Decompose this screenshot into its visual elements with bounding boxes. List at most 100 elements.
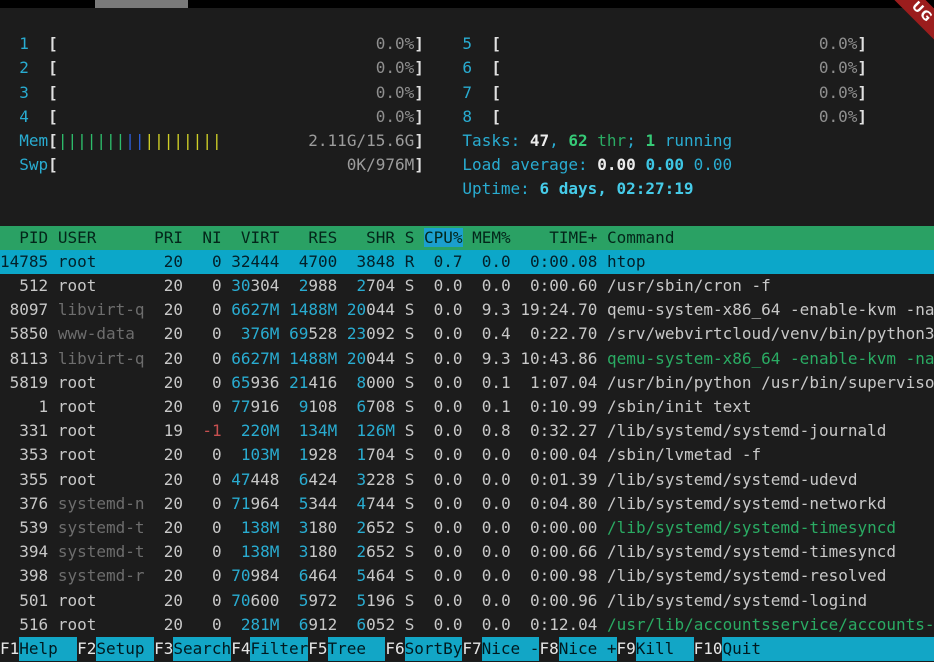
fkey-button-search[interactable]: Search xyxy=(173,637,231,661)
function-key-bar: F1Help F2Setup F3SearchF4FilterF5Tree F6… xyxy=(0,637,934,661)
cell-res: 4700 xyxy=(299,252,338,271)
column-header-pri[interactable]: PRI xyxy=(154,228,183,247)
text xyxy=(424,34,463,53)
text xyxy=(424,107,463,126)
cell-state: S xyxy=(405,373,415,392)
column-header-mem[interactable]: MEM% xyxy=(472,228,511,247)
cell-mem: 9.3 xyxy=(472,300,511,319)
fkey-button-nice-[interactable]: Nice - xyxy=(482,637,540,661)
text xyxy=(289,566,299,585)
process-row-355[interactable]: 355 root 20 0 47448 6424 3228 S 0.0 0.0 … xyxy=(0,468,934,492)
cell-mem: 0.0 xyxy=(472,615,511,634)
cell-res: 180 xyxy=(308,518,337,537)
column-header-command[interactable]: Command xyxy=(607,228,674,247)
text xyxy=(414,591,424,610)
cell-time: 0:22.70 xyxy=(520,324,597,343)
fkey-button-quit[interactable]: Quit xyxy=(722,637,934,661)
process-row-8113[interactable]: 8113 libvirt-q 20 0 6627M 1488M 20044 S … xyxy=(0,347,934,371)
text xyxy=(463,373,473,392)
process-row-5850[interactable]: 5850 www-data 20 0 376M 69528 23092 S 0.… xyxy=(0,322,934,346)
swap-meter-label: Swp xyxy=(19,155,48,174)
process-row-539[interactable]: 539 systemd-t 20 0 138M 3180 2652 S 0.0 … xyxy=(0,516,934,540)
cell-pid: 8097 xyxy=(0,300,48,319)
fkey-button-sortby[interactable]: SortBy xyxy=(405,637,463,661)
text xyxy=(463,276,473,295)
fkey-button-kill[interactable]: Kill xyxy=(636,637,694,661)
cell-ni: 0 xyxy=(193,591,222,610)
meter-bracket: ] xyxy=(414,34,424,53)
text xyxy=(414,542,424,561)
process-row-512[interactable]: 512 root 20 0 30304 2988 2704 S 0.0 0.0 … xyxy=(0,274,934,298)
cell-time: 0:01.39 xyxy=(520,470,597,489)
column-header-pid[interactable]: PID xyxy=(0,228,48,247)
column-header-res[interactable]: RES xyxy=(289,228,337,247)
column-header-ni[interactable]: NI xyxy=(193,228,222,247)
text xyxy=(395,276,405,295)
process-row-501[interactable]: 501 root 20 0 70600 5972 5196 S 0.0 0.0 … xyxy=(0,589,934,613)
column-header-user[interactable]: USER xyxy=(58,228,145,247)
process-row-376[interactable]: 376 systemd-n 20 0 71964 5344 4744 S 0.0… xyxy=(0,492,934,516)
text xyxy=(48,373,58,392)
cpu-meter-value-2: 0.0% xyxy=(58,58,414,77)
cell-res: 180 xyxy=(308,542,337,561)
cell-user: root xyxy=(58,421,145,440)
column-header-shr[interactable]: SHR xyxy=(347,228,395,247)
text xyxy=(347,566,357,585)
text xyxy=(395,349,405,368)
text xyxy=(183,300,193,319)
process-row-331[interactable]: 331 root 19 -1 220M 134M 126M S 0.0 0.8 … xyxy=(0,419,934,443)
process-row-398[interactable]: 398 systemd-r 20 0 70984 6464 5464 S 0.0… xyxy=(0,564,934,588)
cpu-meter-row-4-8: 4 [ 0.0%] 8 [ 0.0%] xyxy=(0,105,934,129)
cell-res: 6 xyxy=(299,566,309,585)
cell-time: 0:00.96 xyxy=(520,591,597,610)
text xyxy=(279,276,289,295)
text xyxy=(597,252,607,271)
cell-user: root xyxy=(58,470,145,489)
cpu-meter-label-8: 8 xyxy=(462,107,472,126)
cell-virt: 6627M xyxy=(231,300,279,319)
text xyxy=(511,518,521,537)
fkey-button-help[interactable]: Help xyxy=(19,637,77,661)
cell-pri: 20 xyxy=(154,542,183,561)
text xyxy=(183,470,193,489)
cell-pid: 355 xyxy=(0,470,48,489)
fkey-button-filter[interactable]: Filter xyxy=(250,637,308,661)
text xyxy=(463,494,473,513)
column-header-time[interactable]: TIME+ xyxy=(520,228,597,247)
text xyxy=(145,566,155,585)
process-row-516[interactable]: 516 root 20 0 281M 6912 6052 S 0.0 0.0 0… xyxy=(0,613,934,637)
process-row-394[interactable]: 394 systemd-t 20 0 138M 3180 2652 S 0.0 … xyxy=(0,540,934,564)
column-header-s[interactable]: S xyxy=(405,228,415,247)
cell-cpu: 0.0 xyxy=(424,445,463,464)
fkey-button-setup[interactable]: Setup xyxy=(96,637,154,661)
cell-state: S xyxy=(405,470,415,489)
cell-ni: 0 xyxy=(193,324,222,343)
text xyxy=(347,421,357,440)
text xyxy=(337,542,347,561)
cell-mem: 0.1 xyxy=(472,373,511,392)
process-row-14785[interactable]: 14785 root 20 0 32444 4700 3848 R 0.7 0.… xyxy=(0,250,934,274)
process-row-353[interactable]: 353 root 20 0 103M 1928 1704 S 0.0 0.0 0… xyxy=(0,443,934,467)
text xyxy=(511,276,521,295)
meter-bracket: [ xyxy=(491,34,501,53)
column-header-virt[interactable]: VIRT xyxy=(231,228,279,247)
text xyxy=(347,397,357,416)
process-row-5819[interactable]: 5819 root 20 0 65936 21416 8000 S 0.0 0.… xyxy=(0,371,934,395)
process-row-8097[interactable]: 8097 libvirt-q 20 0 6627M 1488M 20044 S … xyxy=(0,298,934,322)
text xyxy=(463,470,473,489)
cell-command: /lib/systemd/systemd-logind xyxy=(607,591,867,610)
cell-pri: 20 xyxy=(154,494,183,513)
fkey-button-nice-[interactable]: Nice + xyxy=(559,637,617,661)
column-header-cpu[interactable]: CPU% xyxy=(424,228,463,247)
text xyxy=(395,615,405,634)
text xyxy=(289,542,299,561)
cell-shr: 044 xyxy=(366,300,395,319)
text xyxy=(0,155,19,174)
process-row-1[interactable]: 1 root 20 0 77916 9108 6708 S 0.0 0.1 0:… xyxy=(0,395,934,419)
text xyxy=(472,83,491,102)
load-average-label: Load average: xyxy=(462,155,597,174)
text xyxy=(145,542,155,561)
cell-pid: 394 xyxy=(0,542,48,561)
text xyxy=(337,300,347,319)
fkey-button-tree[interactable]: Tree xyxy=(328,637,386,661)
